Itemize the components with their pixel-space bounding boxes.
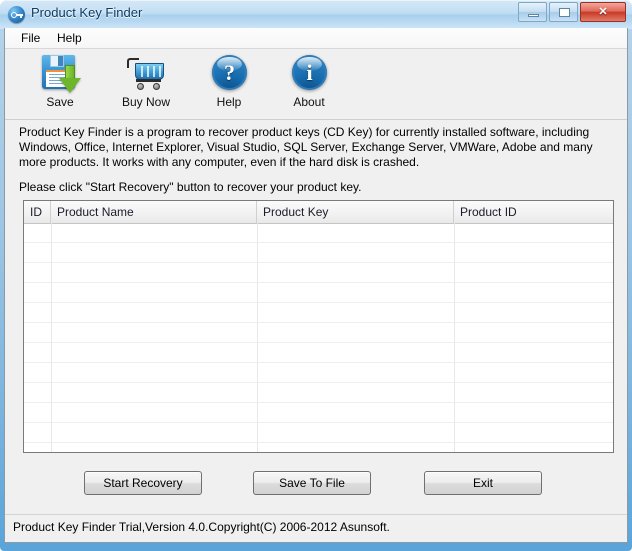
start-recovery-button[interactable]: Start Recovery [84, 471, 202, 495]
key-orb-icon [8, 6, 25, 23]
table-row[interactable] [24, 363, 613, 383]
exit-button[interactable]: Exit [424, 471, 542, 495]
info-glyph: i [306, 60, 313, 85]
application-window: Product Key Finder ✕ File Help Save Buy … [0, 0, 632, 551]
menu-item-file[interactable]: File [14, 30, 47, 46]
column-header-id[interactable]: ID [24, 201, 51, 223]
toolbar-label-about: About [293, 95, 325, 109]
window-title: Product Key Finder [31, 5, 143, 20]
toolbar: Save Buy Now ? Help i About [5, 49, 627, 120]
column-header-product-key[interactable]: Product Key [257, 201, 454, 223]
save-to-file-button[interactable]: Save To File [253, 471, 371, 495]
toolbar-button-buy-now[interactable]: Buy Now [105, 53, 187, 115]
menu-item-help[interactable]: Help [50, 30, 89, 46]
column-header-product-name[interactable]: Product Name [51, 201, 257, 223]
maximize-icon [559, 8, 570, 17]
table-body[interactable] [24, 223, 613, 452]
status-bar: Product Key Finder Trial,Version 4.0.Cop… [5, 514, 627, 542]
toolbar-button-help[interactable]: ? Help [188, 53, 270, 115]
minimize-icon [528, 14, 539, 17]
close-icon: ✕ [598, 6, 608, 18]
table-row[interactable] [24, 383, 613, 403]
menu-bar: File Help [5, 28, 627, 49]
minimize-button[interactable] [518, 2, 547, 22]
question-mark-glyph: ? [224, 60, 235, 85]
table-row[interactable] [24, 283, 613, 303]
column-header-product-id[interactable]: Product ID [454, 201, 613, 223]
maximize-button[interactable] [549, 2, 578, 22]
table-row[interactable] [24, 223, 613, 243]
description-paragraph-2: Please click "Start Recovery" button to … [19, 180, 362, 194]
toolbar-button-save[interactable]: Save [19, 53, 101, 115]
toolbar-label-buy-now: Buy Now [121, 95, 171, 109]
floppy-disk-save-icon [38, 53, 82, 97]
table-row[interactable] [24, 423, 613, 443]
info-orb-icon: i [287, 53, 331, 97]
table-row[interactable] [24, 343, 613, 363]
table-row[interactable] [24, 443, 613, 452]
toolbar-label-save: Save [46, 95, 74, 109]
table-row[interactable] [24, 303, 613, 323]
toolbar-button-about[interactable]: i About [268, 53, 350, 115]
table-row[interactable] [24, 403, 613, 423]
status-bar-text: Product Key Finder Trial,Version 4.0.Cop… [13, 520, 390, 534]
table-row[interactable] [24, 263, 613, 283]
question-mark-orb-icon: ? [207, 53, 251, 97]
table-row[interactable] [24, 323, 613, 343]
close-button[interactable]: ✕ [580, 2, 626, 22]
results-table[interactable]: ID Product Name Product Key Product ID [23, 200, 614, 453]
title-bar[interactable]: Product Key Finder ✕ [0, 0, 632, 29]
table-row[interactable] [24, 243, 613, 263]
client-area: File Help Save Buy Now ? Help i About Pr… [4, 28, 628, 543]
toolbar-label-help: Help [216, 95, 242, 109]
description-paragraph-1: Product Key Finder is a program to recov… [19, 125, 593, 169]
table-header-row: ID Product Name Product Key Product ID [24, 201, 613, 224]
shopping-cart-icon [124, 53, 168, 97]
